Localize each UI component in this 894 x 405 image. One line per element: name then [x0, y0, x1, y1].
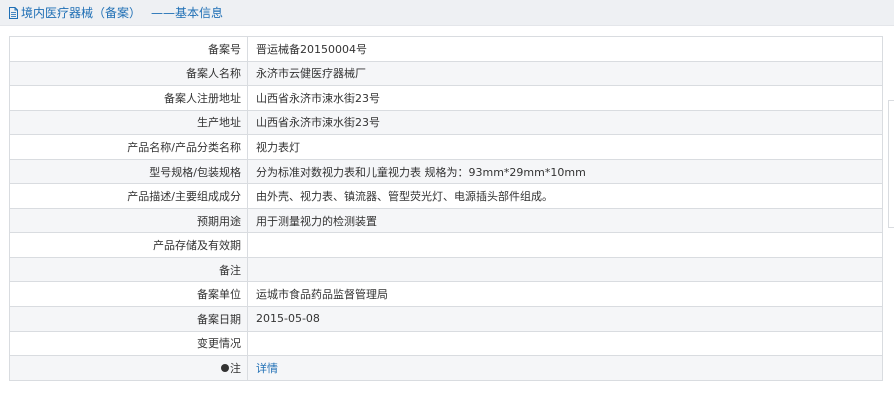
- row-value: [247, 232, 883, 258]
- basic-info-table: 备案号 晋运械备20150004号 备案人名称 永济市云健医疗器械厂 备案人注册…: [9, 36, 883, 381]
- row-label: 备案人注册地址: [9, 85, 248, 111]
- header-bar: 境内医疗器械（备案） ——基本信息: [0, 0, 894, 26]
- row-label: 备案号: [9, 36, 248, 62]
- row-label: 产品名称/产品分类名称: [9, 134, 248, 160]
- table-row: 备注: [9, 256, 883, 283]
- row-label: 预期用途: [9, 207, 248, 234]
- row-label: 备案人名称: [9, 60, 248, 87]
- row-value: 晋运械备20150004号: [247, 36, 883, 62]
- note-label: 注: [230, 361, 241, 375]
- breadcrumb[interactable]: 境内医疗器械（备案） ——基本信息: [8, 4, 223, 21]
- table-row: 备案单位 运城市食品药品监督管理局: [9, 281, 883, 308]
- row-value: [247, 256, 883, 283]
- row-value: 山西省永济市涑水街23号: [247, 109, 883, 136]
- details-link[interactable]: 详情: [256, 362, 278, 375]
- table-row: 产品描述/主要组成成分 由外壳、视力表、镇流器、管型荧光灯、电源插头部件组成。: [9, 183, 883, 209]
- note-value-cell: 详情: [247, 355, 883, 381]
- row-label: 变更情况: [9, 330, 248, 357]
- breadcrumb-category[interactable]: 境内医疗器械（备案）: [21, 4, 141, 21]
- row-label: 备注: [9, 256, 248, 283]
- row-value: 2015-05-08: [247, 306, 883, 332]
- row-label: 产品存储及有效期: [9, 232, 248, 258]
- row-label: 备案单位: [9, 281, 248, 308]
- side-panel-edge: [888, 100, 894, 228]
- row-value: 山西省永济市涑水街23号: [247, 85, 883, 111]
- table-row: 备案人注册地址 山西省永济市涑水街23号: [9, 85, 883, 111]
- bullet-icon: [221, 363, 229, 372]
- note-row: 注 详情: [9, 355, 883, 381]
- row-value: 用于测量视力的检测装置: [247, 207, 883, 234]
- row-value: 永济市云健医疗器械厂: [247, 60, 883, 87]
- table-row: 生产地址 山西省永济市涑水街23号: [9, 109, 883, 136]
- row-value: [247, 330, 883, 357]
- table-row: 备案号 晋运械备20150004号: [9, 36, 883, 62]
- table-row: 变更情况: [9, 330, 883, 357]
- row-label: 型号规格/包装规格: [9, 158, 248, 185]
- row-value: 分为标准对数视力表和儿童视力表 规格为：93mm*29mm*10mm: [247, 158, 883, 185]
- row-label: 生产地址: [9, 109, 248, 136]
- table-row: 型号规格/包装规格 分为标准对数视力表和儿童视力表 规格为：93mm*29mm*…: [9, 158, 883, 185]
- table-row: 产品存储及有效期: [9, 232, 883, 258]
- breadcrumb-section: ——基本信息: [151, 6, 224, 20]
- row-value: 运城市食品药品监督管理局: [247, 281, 883, 308]
- row-label: 产品描述/主要组成成分: [9, 183, 248, 209]
- table-row: 备案日期 2015-05-08: [9, 306, 883, 332]
- document-icon: [8, 6, 19, 19]
- row-value: 由外壳、视力表、镇流器、管型荧光灯、电源插头部件组成。: [247, 183, 883, 209]
- row-label: 备案日期: [9, 306, 248, 332]
- table-row: 产品名称/产品分类名称 视力表灯: [9, 134, 883, 160]
- row-value: 视力表灯: [247, 134, 883, 160]
- table-row: 预期用途 用于测量视力的检测装置: [9, 207, 883, 234]
- note-label-cell: 注: [9, 355, 248, 381]
- table-row: 备案人名称 永济市云健医疗器械厂: [9, 60, 883, 87]
